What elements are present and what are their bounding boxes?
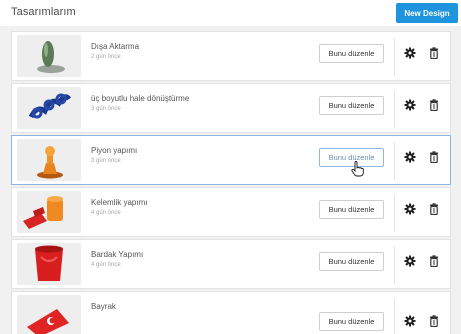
orange-cup-red-blocks-icon [23, 196, 63, 229]
gear-icon[interactable] [403, 314, 417, 328]
design-row[interactable]: Dışa Aktarma 2 gün önce Bunu düzenle [11, 31, 451, 81]
gear-icon[interactable] [403, 254, 417, 268]
page-title: Tasarımlarım [11, 6, 76, 18]
design-time: 4 gün önce [91, 210, 121, 216]
design-name[interactable]: Dışa Aktarma [91, 42, 139, 51]
divider [394, 298, 395, 334]
design-name[interactable]: Bardak Yapımı [91, 250, 143, 259]
edit-design-button[interactable]: Bunu düzenle [319, 312, 384, 331]
design-thumbnail[interactable] [17, 87, 81, 129]
design-row[interactable]: Bardak Yapımı 4 gün önce Bunu düzenle [11, 239, 451, 289]
design-time: 2 gün önce [91, 54, 121, 60]
red-cup-icon [35, 245, 63, 281]
design-time: 3 gün önce [91, 106, 121, 112]
design-row[interactable]: Kelemlik yapımı 4 gün önce Bunu düzenle [11, 187, 451, 237]
gear-icon[interactable] [403, 46, 417, 60]
divider [394, 90, 395, 128]
design-row[interactable]: Bayrak Bunu düzenle [11, 291, 451, 334]
design-name[interactable]: Bayrak [91, 302, 116, 311]
design-time: 3 gün önce [91, 158, 121, 164]
edit-design-button[interactable]: Bunu düzenle [319, 200, 384, 219]
gear-icon[interactable] [403, 202, 417, 216]
divider [394, 142, 395, 180]
trash-icon[interactable] [427, 202, 441, 216]
red-flag-icon [27, 309, 69, 334]
gear-icon[interactable] [403, 150, 417, 164]
trash-icon[interactable] [427, 98, 441, 112]
design-time: 4 gün önce [91, 262, 121, 268]
gear-icon[interactable] [403, 98, 417, 112]
divider [394, 38, 395, 76]
trash-icon[interactable] [427, 46, 441, 60]
design-thumbnail[interactable] [17, 191, 81, 233]
edit-design-button[interactable]: Bunu düzenle [319, 96, 384, 115]
design-name[interactable]: Kelemlik yapımı [91, 198, 147, 207]
new-design-button[interactable]: New Design [396, 3, 458, 23]
blue-twisted-chain-icon [28, 93, 72, 119]
orange-pawn-icon [37, 146, 63, 179]
trash-icon[interactable] [427, 150, 441, 164]
edit-design-button[interactable]: Bunu düzenle [319, 44, 384, 63]
design-row[interactable]: üç boyutlu hale dönüştürme 3 gün önce Bu… [11, 83, 451, 133]
design-name[interactable]: Piyon yapımı [91, 146, 137, 155]
divider [394, 194, 395, 232]
design-thumbnail[interactable] [17, 295, 81, 334]
divider [394, 246, 395, 284]
design-thumbnail[interactable] [17, 243, 81, 285]
design-name[interactable]: üç boyutlu hale dönüştürme [91, 94, 189, 103]
hand-pointer-icon [351, 161, 365, 177]
green-knob-icon [37, 41, 65, 73]
designs-list: Dışa Aktarma 2 gün önce Bunu düzenle üç … [0, 26, 461, 334]
design-thumbnail[interactable] [17, 35, 81, 77]
design-row-selected[interactable]: Piyon yapımı 3 gün önce Bunu düzenle [11, 135, 451, 185]
trash-icon[interactable] [427, 254, 441, 268]
edit-design-button[interactable]: Bunu düzenle [319, 252, 384, 271]
design-thumbnail[interactable] [17, 139, 81, 181]
trash-icon[interactable] [427, 314, 441, 328]
